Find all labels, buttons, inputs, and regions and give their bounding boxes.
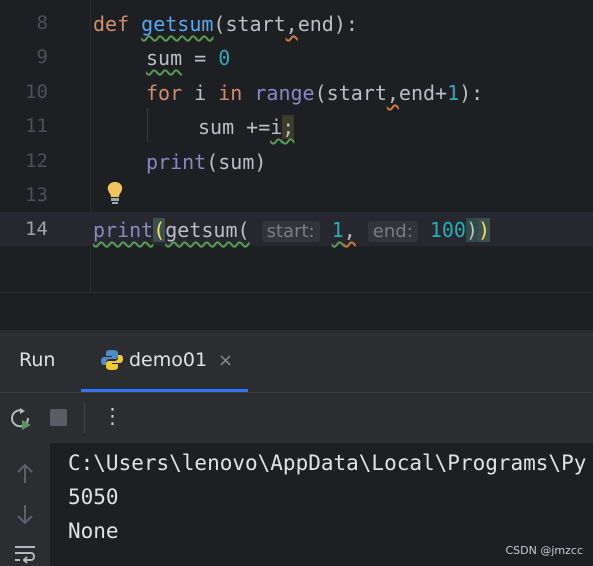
code-line-14[interactable]: 14 print(getsum( start: 1, end: 100)) bbox=[0, 212, 593, 246]
run-toolbar: ⋮ bbox=[0, 393, 593, 443]
console-line: None bbox=[68, 519, 119, 543]
close-icon[interactable]: × bbox=[218, 350, 233, 371]
run-panel-header: Run demo01 × bbox=[0, 330, 593, 393]
line-number: 10 bbox=[25, 81, 48, 103]
stop-icon[interactable] bbox=[50, 409, 67, 426]
code-line-12[interactable]: 12 print(sum) bbox=[0, 144, 593, 178]
console-line: 5050 bbox=[68, 485, 119, 509]
line-number: 9 bbox=[36, 46, 48, 68]
tab-demo01[interactable]: demo01 × bbox=[81, 330, 248, 392]
code-line-8[interactable]: 8 def getsum(start,end): bbox=[0, 6, 593, 40]
line-number: 8 bbox=[36, 12, 48, 34]
code-text: sum +=i; bbox=[198, 115, 295, 139]
arrow-up-icon[interactable] bbox=[15, 463, 35, 485]
param-hint-end: end: bbox=[367, 221, 418, 242]
line-number: 14 bbox=[25, 218, 48, 240]
panel-divider[interactable] bbox=[0, 292, 593, 331]
code-text: for i in range(start,end+1): bbox=[146, 81, 484, 105]
code-line-10[interactable]: 10 for i in range(start,end+1): bbox=[0, 75, 593, 109]
line-number: 12 bbox=[25, 150, 48, 172]
code-text: print(getsum( start: 1, end: 100)) bbox=[93, 218, 491, 242]
param-hint-start: start: bbox=[261, 221, 320, 242]
toolbar-separator bbox=[84, 403, 85, 433]
rerun-icon[interactable] bbox=[8, 406, 34, 432]
run-panel-title: Run bbox=[19, 349, 56, 371]
run-side-toolbar bbox=[0, 443, 50, 566]
code-line-13[interactable]: 13 bbox=[0, 178, 593, 212]
watermark: CSDN @jmzcc bbox=[505, 544, 584, 557]
line-number: 11 bbox=[25, 115, 48, 137]
python-icon bbox=[101, 350, 123, 370]
tab-active-indicator bbox=[81, 389, 248, 392]
code-editor[interactable]: 8 def getsum(start,end): 9 sum = 0 10 fo… bbox=[0, 0, 593, 292]
line-number: 13 bbox=[25, 184, 48, 206]
more-options-icon[interactable]: ⋮ bbox=[102, 404, 123, 428]
code-line-9[interactable]: 9 sum = 0 bbox=[0, 40, 593, 74]
code-line-11[interactable]: 11 sum +=i; bbox=[0, 109, 593, 143]
code-text: sum = 0 bbox=[146, 46, 231, 70]
code-text: print(sum) bbox=[146, 150, 267, 174]
tab-label: demo01 bbox=[129, 349, 208, 371]
console-line: C:\Users\lenovo\AppData\Local\Programs\P… bbox=[68, 451, 587, 475]
arrow-down-icon[interactable] bbox=[15, 503, 35, 525]
code-text: def getsum(start,end): bbox=[93, 12, 358, 36]
lightbulb-icon[interactable] bbox=[104, 180, 126, 206]
soft-wrap-icon[interactable] bbox=[13, 544, 37, 566]
